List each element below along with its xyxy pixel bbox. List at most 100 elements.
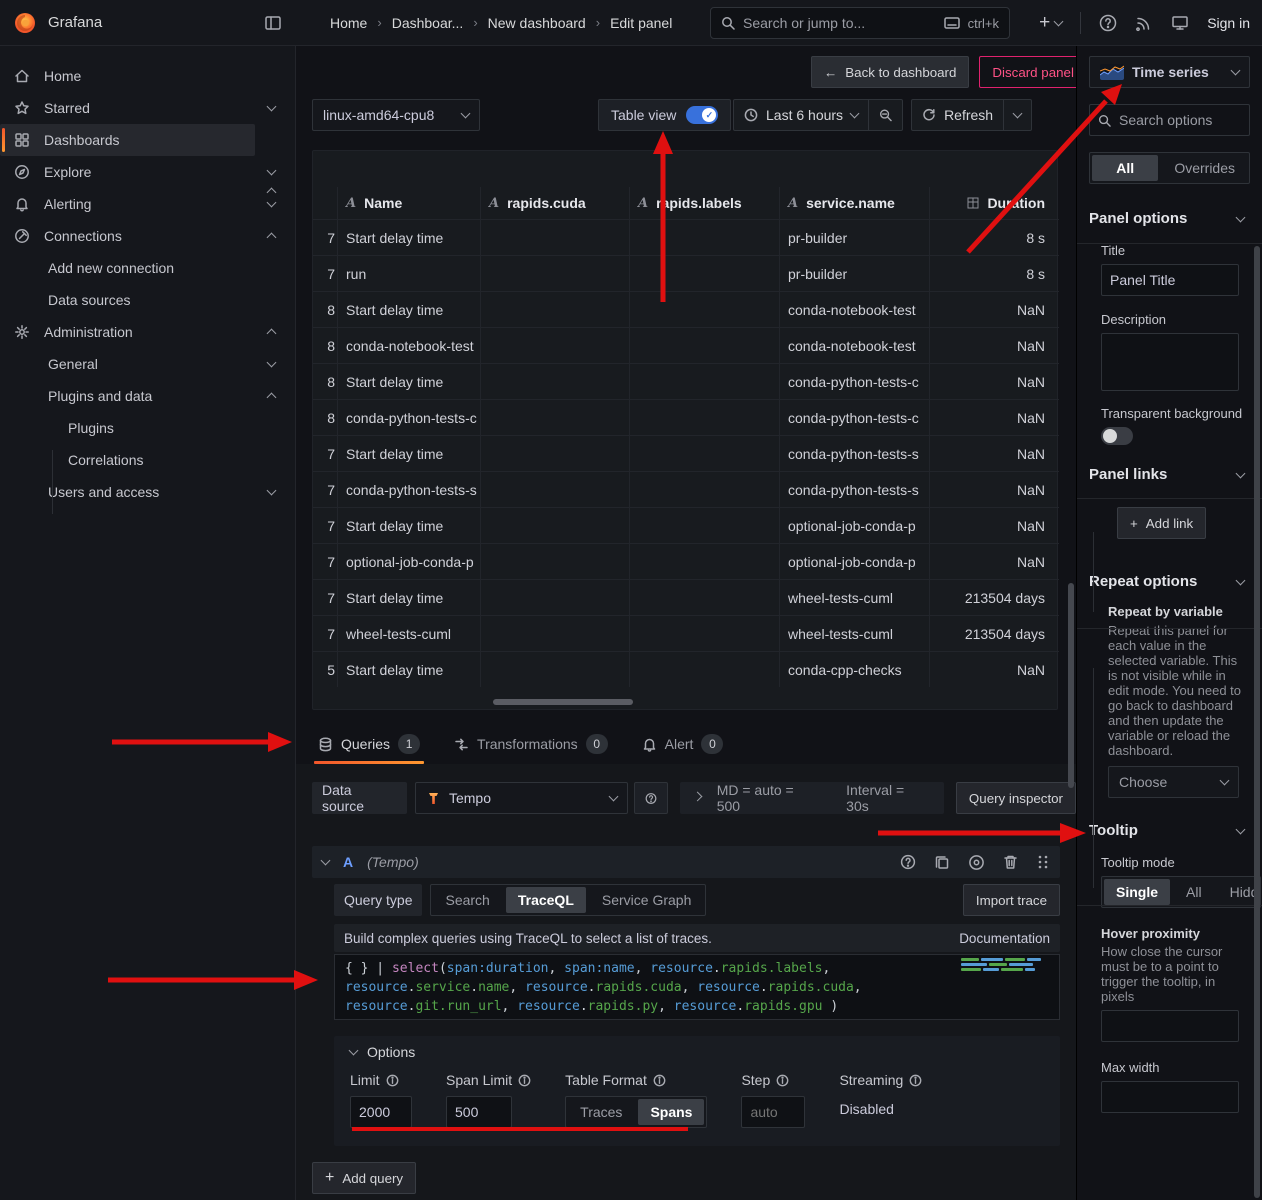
panel-description-textarea[interactable] [1101, 333, 1239, 391]
step-input[interactable] [741, 1096, 805, 1128]
refresh-button[interactable]: Refresh [911, 99, 1004, 131]
scope-all[interactable]: All [1092, 155, 1158, 181]
add-query-button[interactable]: + Add query [312, 1162, 416, 1194]
table-row[interactable]: 7Start delay timepr-builder8 s [313, 219, 1059, 255]
drag-handle-icon[interactable] [1036, 854, 1050, 870]
query-help-icon[interactable] [900, 854, 916, 870]
table-horizontal-scrollbar[interactable] [493, 699, 633, 705]
breadcrumb-new-dashboard[interactable]: New dashboard [488, 15, 586, 31]
search-options-input[interactable]: Search options [1089, 104, 1250, 136]
delete-query-trash-icon[interactable] [1003, 854, 1018, 870]
trace-id-fragment: 7 [313, 616, 338, 651]
options-collapse-header[interactable]: Options [350, 1044, 1060, 1060]
sidebar-item-explore[interactable]: Explore [0, 156, 283, 188]
tooltip-mode-single[interactable]: Single [1104, 879, 1170, 905]
sidebar-item-add-new-connection[interactable]: Add new connection [0, 252, 283, 284]
query-type-search[interactable]: Search [433, 887, 501, 913]
editor-scrollbar[interactable] [1068, 583, 1074, 788]
table-row[interactable]: 8conda-python-tests-cconda-python-tests-… [313, 399, 1059, 435]
section-repeat-options[interactable]: Repeat options [1077, 573, 1262, 590]
table-row[interactable]: 7wheel-tests-cumlwheel-tests-cuml213504 … [313, 615, 1059, 651]
table-row[interactable]: 7conda-python-tests-sconda-python-tests-… [313, 471, 1059, 507]
import-trace-button[interactable]: Import trace [963, 884, 1060, 916]
search-placeholder: Search or jump to... [743, 15, 936, 31]
query-type-traceql[interactable]: TraceQL [506, 887, 586, 913]
table-format-traces[interactable]: Traces [568, 1099, 634, 1125]
global-search-input[interactable]: Search or jump to... ctrl+k [710, 7, 1010, 39]
zoom-out-time-button[interactable] [869, 99, 903, 131]
sidebar-item-connections[interactable]: Connections [0, 220, 283, 252]
sidebar-item-alerting[interactable]: Alerting [0, 188, 283, 220]
sidebar-item-plugins[interactable]: Plugins [0, 412, 283, 444]
breadcrumb-dashboards[interactable]: Dashboar... [392, 15, 464, 31]
query-row-header[interactable]: A (Tempo) [312, 846, 1060, 878]
sidebar-item-plugins-and-data[interactable]: Plugins and data [0, 380, 283, 412]
add-menu-button[interactable]: + [1039, 12, 1062, 34]
monitor-icon[interactable] [1171, 14, 1189, 32]
transparent-background-toggle[interactable] [1101, 427, 1133, 445]
table-row[interactable]: 7Start delay timeconda-python-tests-sNaN [313, 435, 1059, 471]
column-header-duration[interactable]: Duration [929, 187, 1059, 219]
table-row[interactable]: 7runpr-builder8 s [313, 255, 1059, 291]
table-row[interactable]: 8Start delay timeconda-python-tests-cNaN [313, 363, 1059, 399]
dock-sidebar-icon[interactable] [264, 14, 282, 32]
chevron-right-icon[interactable] [692, 792, 702, 802]
sign-in-link[interactable]: Sign in [1207, 15, 1250, 31]
table-row[interactable]: 8conda-notebook-testconda-notebook-testN… [313, 327, 1059, 363]
news-rss-icon[interactable] [1135, 14, 1153, 32]
table-row[interactable]: 7optional-job-conda-poptional-job-conda-… [313, 543, 1059, 579]
tab-alert[interactable]: Alert 0 [642, 734, 724, 764]
duplicate-query-icon[interactable] [934, 854, 950, 870]
time-range-picker[interactable]: Last 6 hours [733, 99, 869, 131]
query-type-service-graph[interactable]: Service Graph [590, 887, 703, 913]
sidebar-item-starred[interactable]: Starred [0, 92, 283, 124]
sidebar-item-general[interactable]: General [0, 348, 283, 380]
query-inspector-button[interactable]: Query inspector [956, 782, 1076, 814]
sidebar-item-data-sources[interactable]: Data sources [0, 284, 283, 316]
section-tooltip[interactable]: Tooltip [1077, 822, 1262, 839]
traceql-code-editor[interactable]: { } | select(span:duration, span:name, r… [334, 954, 1060, 1020]
column-header-name[interactable]: AName [338, 187, 480, 219]
max-width-input[interactable] [1101, 1081, 1239, 1113]
back-to-dashboard-button[interactable]: ← Back to dashboard [811, 56, 969, 88]
scope-overrides[interactable]: Overrides [1162, 155, 1247, 181]
nav-indent-guide [52, 450, 53, 514]
discard-panel-button[interactable]: Discard panel [979, 56, 1087, 88]
add-link-button[interactable]: + Add link [1117, 507, 1206, 539]
refresh-interval-caret[interactable] [1004, 99, 1032, 131]
options-pane-scrollbar[interactable] [1254, 246, 1260, 1198]
hover-proximity-input[interactable] [1101, 1010, 1239, 1042]
limit-input[interactable] [350, 1096, 412, 1128]
tooltip-mode-all[interactable]: All [1174, 879, 1214, 905]
table-row[interactable]: 8Start delay timeconda-notebook-testNaN [313, 291, 1059, 327]
help-icon[interactable] [1099, 14, 1117, 32]
table-row[interactable]: 5Start delay timeconda-cpp-checksNaN [313, 651, 1059, 687]
column-header-rapids-labels[interactable]: Arapids.labels [629, 187, 779, 219]
documentation-link[interactable]: Documentation [959, 931, 1050, 946]
breadcrumb-home[interactable]: Home [330, 15, 367, 31]
column-header-service-name[interactable]: Aservice.name [779, 187, 929, 219]
sidebar-item-home[interactable]: Home [0, 60, 283, 92]
visualization-picker[interactable]: Time series [1089, 56, 1250, 88]
sidebar-item-administration[interactable]: Administration [0, 316, 283, 348]
sidebar-item-dashboards[interactable]: Dashboards [0, 124, 255, 156]
panel-variable-select[interactable]: linux-amd64-cpu8 [312, 99, 480, 131]
span-limit-input[interactable] [446, 1096, 512, 1128]
repeat-variable-select[interactable]: Choose [1108, 766, 1239, 798]
tab-transformations[interactable]: Transformations 0 [454, 734, 608, 764]
table-row[interactable]: 7Start delay timewheel-tests-cuml213504 … [313, 579, 1059, 615]
column-header-rapids-cuda[interactable]: Arapids.cuda [480, 187, 629, 219]
sidebar-item-correlations[interactable]: Correlations [0, 444, 283, 476]
table-view-toggle[interactable]: ✓ [686, 106, 718, 124]
disable-query-eye-icon[interactable] [968, 854, 985, 871]
tab-queries[interactable]: Queries 1 [318, 734, 420, 764]
datasource-help-button[interactable] [634, 782, 668, 814]
collapse-query-icon[interactable] [321, 856, 331, 866]
panel-title-input[interactable] [1101, 264, 1239, 296]
datasource-picker[interactable]: Tempo [415, 782, 628, 814]
section-panel-links[interactable]: Panel links [1077, 466, 1262, 483]
section-panel-options[interactable]: Panel options [1077, 210, 1262, 227]
table-row[interactable]: 7Start delay timeoptional-job-conda-pNaN [313, 507, 1059, 543]
sidebar-item-users-and-access[interactable]: Users and access [0, 476, 283, 508]
table-format-spans[interactable]: Spans [638, 1099, 704, 1125]
